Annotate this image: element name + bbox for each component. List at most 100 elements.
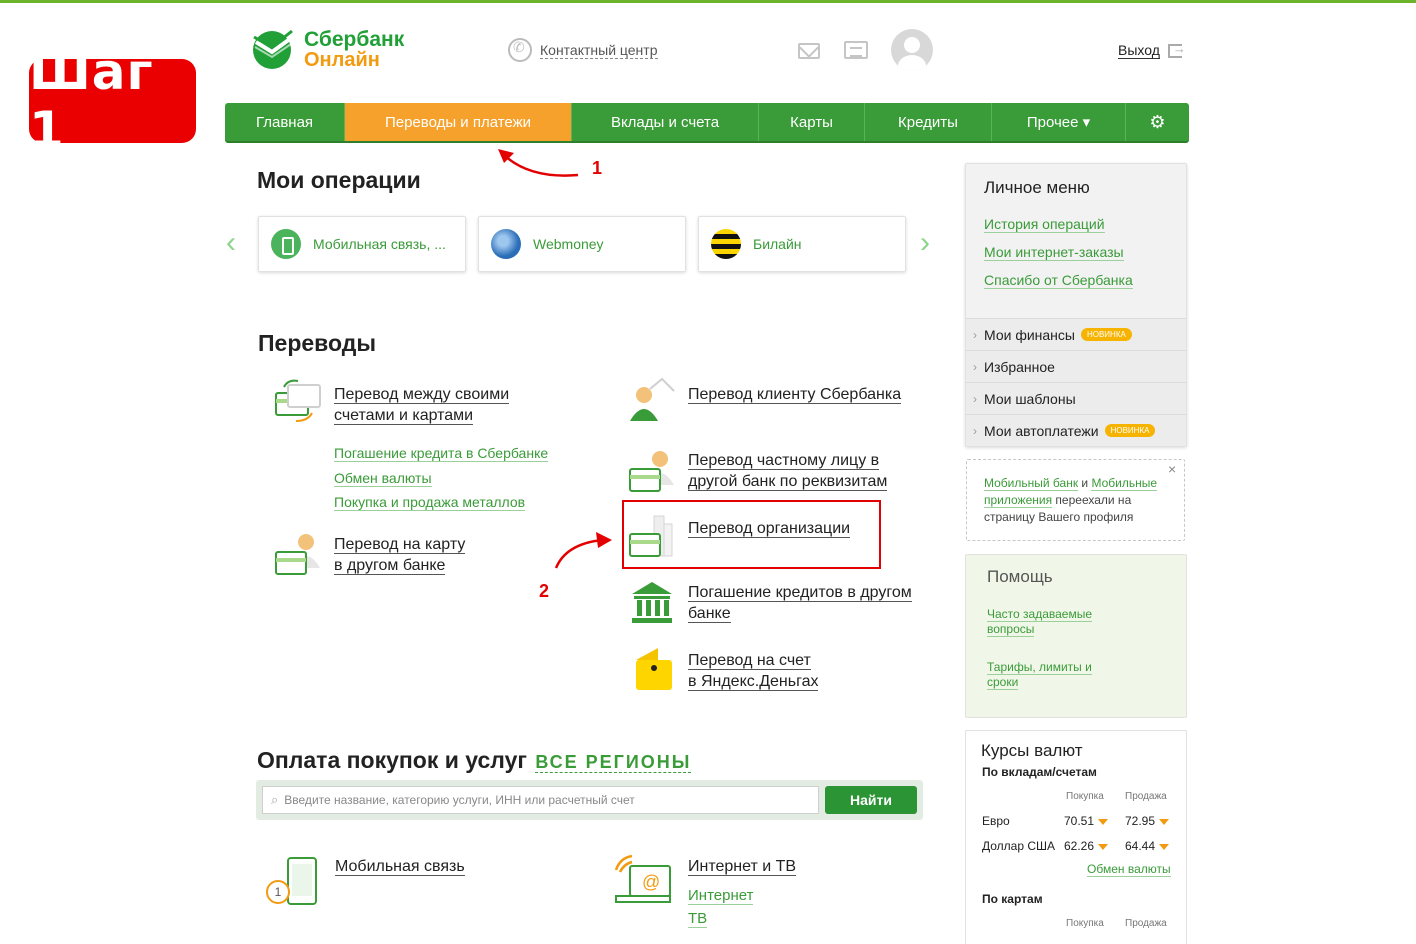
link-card-other-bank-line2: в другом банке <box>334 557 446 575</box>
next-arrow-icon[interactable]: › <box>920 226 930 260</box>
link-yandex-money-line2: в Яндекс.Деньгах <box>688 673 819 691</box>
tab-deposits[interactable]: Вклады и счета <box>572 103 759 141</box>
help-title: Помощь <box>987 567 1053 586</box>
logout-label: Выход <box>1118 42 1160 59</box>
link-internet-label: Интернет <box>688 887 754 905</box>
trend-down-icon <box>1098 843 1109 850</box>
rate-euro-sell: 72.95 <box>1125 814 1170 828</box>
link-between-own-accounts-line2: счетами и картами <box>334 407 474 425</box>
sidebar-item-label: Избранное <box>984 358 1055 375</box>
notice-and: и <box>1078 476 1092 490</box>
logout-button[interactable]: Выход <box>1118 41 1186 59</box>
tab-transfers-payments[interactable]: Переводы и платежи <box>345 103 572 141</box>
link-internet-orders-label: Мои интернет-заказы <box>984 244 1124 261</box>
link-private-person-line1: Перевод частному лицу в <box>688 452 880 470</box>
link-private-person[interactable]: Перевод частному лицу в другой банк по р… <box>688 450 888 492</box>
link-card-other-bank-line1: Перевод на карту <box>334 536 466 554</box>
bank-building-icon <box>632 582 672 623</box>
sidebar-item-label: Мои шаблоны <box>984 390 1076 407</box>
link-internet-orders[interactable]: Мои интернет-заказы <box>984 244 1124 261</box>
exchange-rates-panel <box>965 730 1187 944</box>
link-tv[interactable]: ТВ <box>688 910 708 928</box>
link-to-sber-client-label: Перевод клиенту Сбербанка <box>688 386 902 404</box>
sidebar-item-autopayments[interactable]: Мои автоплатежи НОВИНКА <box>966 414 1186 446</box>
my-operations-title: Мои операции <box>257 167 421 193</box>
prev-arrow-icon[interactable]: ‹ <box>226 226 236 260</box>
op-card-label: Мобильная связь, ... <box>313 236 446 252</box>
link-mobile-payments-label: Мобильная связь <box>335 858 465 876</box>
private-person-transfer-icon <box>629 451 674 492</box>
own-accounts-transfer-icon <box>275 379 321 422</box>
chat-icon[interactable] <box>844 41 868 59</box>
rate-usd-buy: 62.26 <box>1064 839 1109 853</box>
link-metals-label: Покупка и продажа металлов <box>334 494 526 511</box>
svg-text:@: @ <box>642 872 660 892</box>
tab-cards[interactable]: Карты <box>759 103 865 141</box>
webmoney-icon <box>491 229 521 259</box>
rates-cards-heading: По картам <box>982 892 1043 906</box>
link-metals[interactable]: Покупка и продажа металлов <box>334 494 526 511</box>
link-to-sber-client[interactable]: Перевод клиенту Сбербанка <box>688 384 902 405</box>
link-repay-other-bank[interactable]: Погашение кредитов в другом банке <box>688 582 912 624</box>
yandex-wallet-icon <box>636 648 672 690</box>
link-mobile-payments[interactable]: Мобильная связь <box>335 856 465 877</box>
annotation-arrow-2 <box>554 532 612 569</box>
op-card-beeline[interactable]: Билайн <box>698 216 906 272</box>
sidebar-item-label: Мои финансы <box>984 326 1075 343</box>
transfers-title: Переводы <box>258 330 376 356</box>
rate-usd-sell: 64.44 <box>1125 839 1170 853</box>
rate-usd-buy-value: 62.26 <box>1064 839 1095 853</box>
sidebar-item-my-finances[interactable]: Мои финансы НОВИНКА <box>966 318 1186 350</box>
link-private-person-line2: другой банк по реквизитам <box>688 473 888 491</box>
link-spasibo[interactable]: Спасибо от Сбербанка <box>984 272 1133 289</box>
op-card-mobile[interactable]: Мобильная связь, ... <box>258 216 466 272</box>
sberbank-logo-icon[interactable] <box>250 28 298 70</box>
link-spasibo-label: Спасибо от Сбербанка <box>984 272 1133 289</box>
main-nav: Главная Переводы и платежи Вклады и счет… <box>225 103 1189 143</box>
op-card-webmoney[interactable]: Webmoney <box>478 216 686 272</box>
search-button[interactable]: Найти <box>825 786 917 814</box>
tab-other[interactable]: Прочее ▾ <box>992 103 1126 141</box>
search-placeholder: Введите название, категорию услуги, ИНН … <box>284 793 635 807</box>
close-icon[interactable]: × <box>1168 461 1176 477</box>
sidebar-item-label: Мои автоплатежи <box>984 422 1099 439</box>
search-input[interactable]: ⌕ Введите название, категорию услуги, ИН… <box>262 786 819 814</box>
internet-tv-icon: @ <box>614 854 671 903</box>
link-faq-label: Часто задаваемые вопросы <box>987 607 1093 637</box>
rates-deposits-heading: По вкладам/счетам <box>982 765 1097 779</box>
link-internet[interactable]: Интернет <box>688 887 754 905</box>
avatar-head-shape <box>904 37 920 53</box>
link-internet-tv[interactable]: Интернет и ТВ <box>688 856 797 877</box>
sidebar-item-favorites[interactable]: Избранное <box>966 350 1186 382</box>
trend-down-icon <box>1159 843 1170 850</box>
sidebar-item-templates[interactable]: Мои шаблоны <box>966 382 1186 414</box>
annotation-highlight-box <box>622 500 881 569</box>
top-accent-line <box>0 0 1416 3</box>
mail-icon[interactable] <box>798 43 820 59</box>
contact-center-link[interactable]: Контактный центр <box>508 38 658 62</box>
logo-text-online[interactable]: Онлайн <box>304 49 380 72</box>
tab-credits[interactable]: Кредиты <box>865 103 992 141</box>
link-tariffs-label: Тарифы, лимиты и сроки <box>987 660 1092 690</box>
settings-gear-icon[interactable]: ⚙ <box>1126 103 1189 141</box>
sber-client-transfer-icon <box>630 377 675 421</box>
avatar[interactable] <box>891 29 933 71</box>
rate-usd-label: Доллар США <box>982 839 1056 853</box>
link-tariffs[interactable]: Тарифы, лимиты и сроки <box>987 660 1107 690</box>
link-card-other-bank[interactable]: Перевод на карту в другом банке <box>334 534 466 576</box>
link-exchange[interactable]: Обмен валюты <box>1087 862 1171 877</box>
link-operations-history[interactable]: История операций <box>984 216 1105 233</box>
link-mobile-bank[interactable]: Мобильный банк <box>984 476 1079 491</box>
payments-title-label: Оплата покупок и услуг <box>257 747 527 773</box>
tab-main[interactable]: Главная <box>225 103 345 141</box>
link-exchange-label: Обмен валюты <box>1087 862 1171 877</box>
cards-buy-header: Покупка <box>1066 918 1104 929</box>
link-faq[interactable]: Часто задаваемые вопросы <box>987 607 1107 637</box>
contact-center-label: Контактный центр <box>540 41 658 59</box>
link-between-own-accounts[interactable]: Перевод между своими счетами и картами <box>334 384 510 426</box>
link-currency-exchange[interactable]: Обмен валюты <box>334 470 432 487</box>
all-regions-link[interactable]: ВСЕ РЕГИОНЫ <box>535 752 692 773</box>
link-repay-sber-credit[interactable]: Погашение кредита в Сбербанке <box>334 445 549 462</box>
link-yandex-money[interactable]: Перевод на счет в Яндекс.Деньгах <box>688 650 819 692</box>
rate-usd-sell-value: 64.44 <box>1125 839 1156 853</box>
